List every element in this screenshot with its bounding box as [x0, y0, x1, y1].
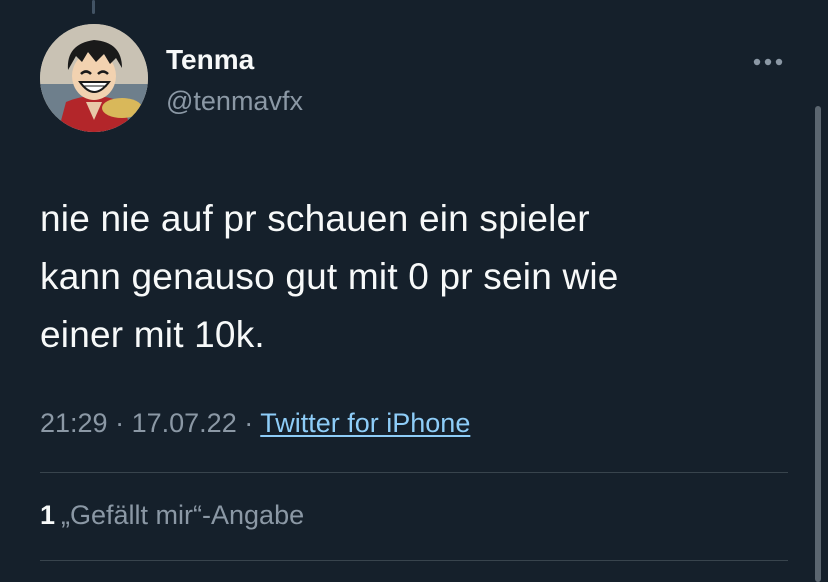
- divider: [40, 560, 788, 561]
- divider: [40, 472, 788, 473]
- tweet-text-line: einer mit 10k.: [40, 314, 265, 355]
- tweet-text: nie nie auf pr schauen ein spieler kann …: [40, 190, 780, 364]
- tweet-text-line: kann genauso gut mit 0 pr sein wie: [40, 256, 619, 297]
- more-options-button[interactable]: [748, 44, 788, 80]
- scrollbar[interactable]: [815, 106, 821, 582]
- likes-stat[interactable]: 1 „Gefällt mir“-Angabe: [40, 500, 304, 531]
- author-handle[interactable]: @tenmavfx: [166, 86, 303, 117]
- likes-label: „Gefällt mir“-Angabe: [61, 500, 305, 530]
- meta-separator: ·: [244, 408, 254, 438]
- author-display-name[interactable]: Tenma: [166, 44, 254, 76]
- meta-separator: ·: [115, 408, 125, 438]
- tweet-date[interactable]: 17.07.22: [132, 408, 237, 438]
- more-horizontal-icon: [753, 58, 783, 66]
- likes-count: 1: [40, 500, 56, 530]
- tweet-source-link[interactable]: Twitter for iPhone: [260, 408, 470, 438]
- tweet-time[interactable]: 21:29: [40, 408, 108, 438]
- thread-connector-line: [92, 0, 95, 14]
- tweet-text-line: nie nie auf pr schauen ein spieler: [40, 198, 590, 239]
- avatar-image: [40, 24, 148, 132]
- tweet-meta: 21:29 · 17.07.22 · Twitter for iPhone: [40, 408, 470, 439]
- author-avatar[interactable]: [40, 24, 148, 132]
